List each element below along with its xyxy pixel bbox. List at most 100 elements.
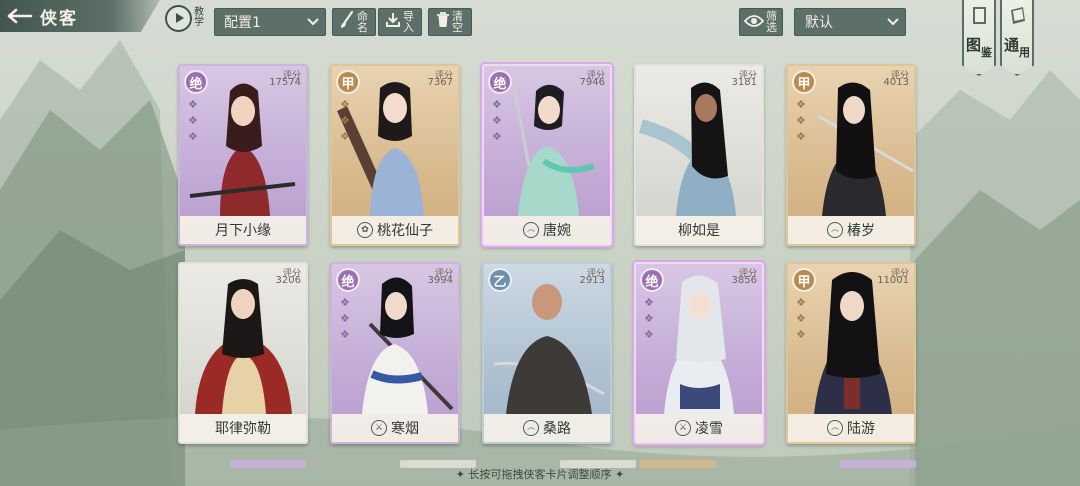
star-icon: ❖ <box>492 98 502 111</box>
star-icon: ❖ <box>796 296 806 309</box>
hero-name: 桑路 <box>543 421 571 437</box>
star-icon: ❖ <box>644 328 654 341</box>
hero-nameplate: ෴ 陆游 <box>788 414 914 442</box>
star-icon: ❖ <box>796 130 806 143</box>
trash-icon <box>436 12 450 32</box>
star-rating: ❖ ❖ ❖ <box>644 296 656 344</box>
star-icon: ❖ <box>340 312 350 325</box>
hero-card[interactable]: 评分 3206 耶律弥勒 <box>178 262 308 444</box>
blade-icon: ⚔ <box>675 420 691 436</box>
codex-button[interactable]: 图鉴 <box>962 0 996 76</box>
hero-name: 唐婉 <box>543 223 571 239</box>
star-icon: ❖ <box>492 130 502 143</box>
hero-card[interactable]: 评分 17574 绝 ❖ ❖ ❖ 月下小缘 <box>178 64 308 246</box>
rank-badge: 绝 <box>488 70 512 94</box>
star-icon: ❖ <box>188 130 198 143</box>
import-icon <box>385 12 401 32</box>
clear-button[interactable]: 清空 <box>428 8 472 36</box>
score-value: 7367 <box>427 77 453 88</box>
star-rating: ❖ ❖ ❖ <box>796 296 808 344</box>
sort-select[interactable]: 默认 <box>794 8 906 36</box>
hero-name: 耶律弥勒 <box>215 421 271 437</box>
hero-card[interactable]: 评分 3181 柳如是 <box>634 64 764 246</box>
top-bar: 侠客 教学 配置1 命名 导入 清空 筛选 默认 图鉴 通用 <box>0 0 1080 76</box>
star-icon: ❖ <box>796 312 806 325</box>
back-arrow-icon <box>0 0 40 32</box>
star-rating: ❖ ❖ ❖ <box>340 296 352 344</box>
general-sub-label: 用 <box>1019 46 1030 59</box>
preset-value: 配置1 <box>224 15 261 31</box>
filter-button[interactable]: 筛选 <box>739 8 783 36</box>
scroll-icon <box>1009 6 1027 30</box>
clear-label: 清空 <box>452 10 463 34</box>
hero-nameplate: ⚔ 凌雪 <box>636 414 762 442</box>
hero-card[interactable]: 评分 4013 甲 ❖ ❖ ❖ ෴ 椿岁 <box>786 64 916 246</box>
rank-badge: 绝 <box>640 268 664 292</box>
codex-label: 图 <box>965 36 981 54</box>
chevron-down-icon <box>887 14 899 30</box>
rank-badge: 绝 <box>336 268 360 292</box>
star-icon: ❖ <box>340 98 350 111</box>
rank-badge: 甲 <box>792 70 816 94</box>
preset-select[interactable]: 配置1 <box>214 8 326 36</box>
score-value: 4013 <box>883 77 909 88</box>
score-value: 3206 <box>275 275 301 286</box>
hero-card[interactable]: 评分 7367 甲 ❖ ❖ ❖ ✿ 桃花仙子 <box>330 64 460 246</box>
hero-nameplate: ⚔ 寒烟 <box>332 414 458 442</box>
score-value: 3994 <box>427 275 453 286</box>
general-button[interactable]: 通用 <box>1000 0 1034 76</box>
score-value: 3856 <box>731 275 757 286</box>
swirl-icon: ෴ <box>523 222 539 238</box>
score-value: 7946 <box>579 77 605 88</box>
star-icon: ❖ <box>340 114 350 127</box>
hero-name: 柳如是 <box>678 223 720 239</box>
hero-nameplate: 月下小缘 <box>180 216 306 244</box>
eye-icon <box>743 13 765 32</box>
chevron-down-icon <box>307 14 319 30</box>
rename-button[interactable]: 命名 <box>332 8 376 36</box>
hero-name: 凌雪 <box>695 421 723 437</box>
hero-card[interactable]: 评分 11001 甲 ❖ ❖ ❖ ෴ 陆游 <box>786 262 916 444</box>
book-icon <box>972 6 988 30</box>
sort-value: 默认 <box>805 15 833 31</box>
star-icon: ❖ <box>340 328 350 341</box>
back-button[interactable]: 侠客 <box>0 0 160 32</box>
rename-label: 命名 <box>357 10 368 34</box>
star-icon: ❖ <box>796 114 806 127</box>
page-title: 侠客 <box>40 8 78 29</box>
rank-badge: 甲 <box>792 268 816 292</box>
rank-badge: 乙 <box>488 268 512 292</box>
star-icon: ❖ <box>340 130 350 143</box>
star-icon: ❖ <box>644 312 654 325</box>
hero-card[interactable]: 评分 3994 绝 ❖ ❖ ❖ ⚔ 寒烟 <box>330 262 460 444</box>
hero-card[interactable]: 评分 3856 绝 ❖ ❖ ❖ ⚔ 凌雪 <box>634 262 764 444</box>
score-value: 11001 <box>877 275 909 286</box>
hero-card[interactable]: 评分 2913 乙 ෴ 桑路 <box>482 262 612 444</box>
hero-portrait <box>639 82 736 216</box>
star-icon: ❖ <box>796 328 806 341</box>
star-icon: ❖ <box>492 114 502 127</box>
rank-badge: 绝 <box>184 70 208 94</box>
hero-name: 寒烟 <box>391 421 419 437</box>
hero-nameplate: ෴ 椿岁 <box>788 216 914 244</box>
hero-card[interactable]: 评分 7946 绝 ❖ ❖ ❖ ෴ 唐婉 <box>482 64 612 246</box>
star-rating: ❖ ❖ ❖ <box>340 98 352 146</box>
tutorial-button[interactable]: 教学 <box>165 3 211 33</box>
star-rating: ❖ ❖ ❖ <box>188 98 200 146</box>
play-icon <box>165 4 192 32</box>
drag-hint: ✦ 长按可拖拽侠客卡片调整顺序 ✦ <box>455 468 625 481</box>
hero-name: 桃花仙子 <box>377 223 433 239</box>
score-value: 17574 <box>269 77 301 88</box>
hero-name: 陆游 <box>847 421 875 437</box>
swirl-icon: ෴ <box>827 222 843 238</box>
star-icon: ❖ <box>188 98 198 111</box>
import-button[interactable]: 导入 <box>378 8 422 36</box>
hero-nameplate: 耶律弥勒 <box>180 414 306 442</box>
tutorial-label: 教学 <box>194 7 204 28</box>
star-icon: ❖ <box>340 296 350 309</box>
star-rating: ❖ ❖ ❖ <box>796 98 808 146</box>
codex-sub-label: 鉴 <box>981 46 992 59</box>
rank-badge: 甲 <box>336 70 360 94</box>
star-icon: ❖ <box>796 98 806 111</box>
general-label: 通 <box>1003 36 1019 54</box>
